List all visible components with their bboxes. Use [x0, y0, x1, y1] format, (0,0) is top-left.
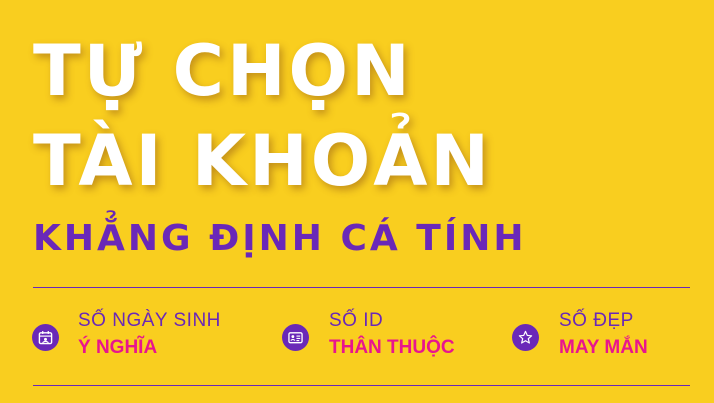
- id-card-icon: [282, 324, 309, 351]
- star-icon: [512, 324, 539, 351]
- feature-label: SỐ ID: [329, 310, 384, 331]
- feature-highlight: MAY MẮN: [559, 337, 648, 358]
- divider-top: [33, 287, 690, 288]
- feature-highlight: THÂN THUỘC: [329, 337, 455, 358]
- feature-highlight: Ý NGHĨA: [78, 337, 158, 358]
- divider-bottom: [33, 385, 690, 386]
- headline-line-1: TỰ CHỌN: [33, 30, 413, 112]
- feature-id-number: SỐ ID THÂN THUỘC: [282, 311, 455, 357]
- subheadline: KHẲNG ĐỊNH CÁ TÍNH: [33, 218, 527, 259]
- feature-birthday-number: SỐ NGÀY SINH Ý NGHĨA: [32, 311, 221, 357]
- calendar-icon: [32, 324, 59, 351]
- headline-line-2: TÀI KHOẢN: [33, 120, 492, 202]
- feature-lucky-number: SỐ ĐẸP MAY MẮN: [512, 311, 648, 357]
- feature-label: SỐ ĐẸP: [559, 310, 634, 331]
- feature-label: SỐ NGÀY SINH: [78, 310, 221, 331]
- promo-banner: TỰ CHỌN TÀI KHOẢN KHẲNG ĐỊNH CÁ TÍNH SỐ …: [0, 0, 714, 403]
